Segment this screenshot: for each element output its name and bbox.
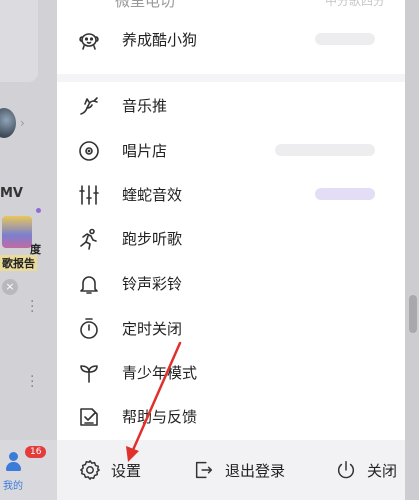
- unread-badge: 16: [25, 446, 47, 458]
- power-icon: [337, 461, 355, 479]
- logout-label: 退出登录: [225, 461, 286, 480]
- vinyl-disc-icon: [77, 139, 101, 163]
- menu-item-trail: [315, 188, 375, 200]
- background-right-edge: [405, 0, 419, 500]
- bird-icon: [77, 94, 101, 118]
- menu-item-viper-sound[interactable]: 蝰蛇音效: [57, 173, 405, 217]
- menu-item-ringtone[interactable]: 铃声彩铃: [57, 262, 405, 306]
- edge-handle: [409, 295, 417, 333]
- menu-item-running[interactable]: 跑步听歌: [57, 217, 405, 261]
- feedback-icon: [77, 405, 101, 429]
- timer-icon: [77, 317, 101, 341]
- more-dots-icon: · · ·: [30, 369, 35, 395]
- close-app-label: 关闭: [367, 461, 398, 480]
- menu-item-label: 定时关闭: [122, 320, 183, 338]
- menu-item-music-push[interactable]: 音乐推: [57, 84, 405, 128]
- drawer-bottom-bar: 设置 退出登录 关闭: [57, 440, 405, 500]
- close-app-button[interactable]: 关闭: [335, 456, 397, 484]
- menu-item-trail: [275, 144, 375, 156]
- section-divider: [57, 74, 405, 82]
- background-avatar: [0, 108, 16, 138]
- close-circle-icon: ×: [2, 279, 18, 295]
- bell-icon: [77, 272, 101, 296]
- settings-button[interactable]: 设置: [79, 456, 141, 484]
- menu-item-record-store[interactable]: 唱片店: [57, 129, 405, 173]
- menu-item-label: 蝰蛇音效: [122, 186, 183, 204]
- menu-item-label: 跑步听歌: [122, 230, 183, 248]
- menu-item-label: 音乐推: [122, 97, 168, 115]
- logout-button[interactable]: 退出登录: [193, 456, 285, 484]
- background-card: [0, 0, 38, 82]
- menu-item-label: 养成酷小狗: [122, 31, 198, 49]
- menu-item-puppy[interactable]: 养成酷小狗: [57, 18, 405, 62]
- settings-label: 设置: [111, 461, 142, 480]
- equalizer-icon: [77, 183, 101, 207]
- menu-item-teen-mode[interactable]: 青少年模式: [57, 351, 405, 395]
- gear-icon: [80, 460, 100, 480]
- menu-item-label: 青少年模式: [122, 364, 198, 382]
- badge-text-2: 歌报告: [0, 255, 37, 271]
- partial-menu-item: 微里电切: [115, 0, 176, 10]
- user-icon: [6, 452, 21, 474]
- running-icon: [77, 227, 101, 251]
- sprout-icon: [77, 361, 101, 385]
- menu-item-label: 唱片店: [122, 142, 168, 160]
- background-app: › MV 度 歌报告 × · · · · · · 16 我的: [0, 0, 57, 500]
- logout-icon: [195, 461, 213, 479]
- partial-menu-trail: 中分歌四分: [325, 0, 386, 8]
- side-drawer: 微里电切 中分歌四分 养成酷小狗 音乐推 唱片店 蝰蛇音效 跑步听歌 铃声彩铃 …: [57, 0, 405, 500]
- more-dots-icon: · · ·: [30, 294, 35, 320]
- chevron-right-icon: ›: [20, 116, 25, 130]
- menu-item-timer-close[interactable]: 定时关闭: [57, 307, 405, 351]
- puppy-icon: [77, 28, 101, 52]
- menu-item-label: 铃声彩铃: [122, 275, 183, 293]
- menu-item-help-feedback[interactable]: 帮助与反馈: [57, 395, 405, 439]
- tab-my: 我的: [3, 481, 23, 492]
- menu-item-label: 帮助与反馈: [122, 408, 198, 426]
- menu-item-trail: [315, 33, 375, 45]
- mv-label: MV: [0, 186, 23, 201]
- year-report-badge: 度 歌报告: [0, 208, 44, 271]
